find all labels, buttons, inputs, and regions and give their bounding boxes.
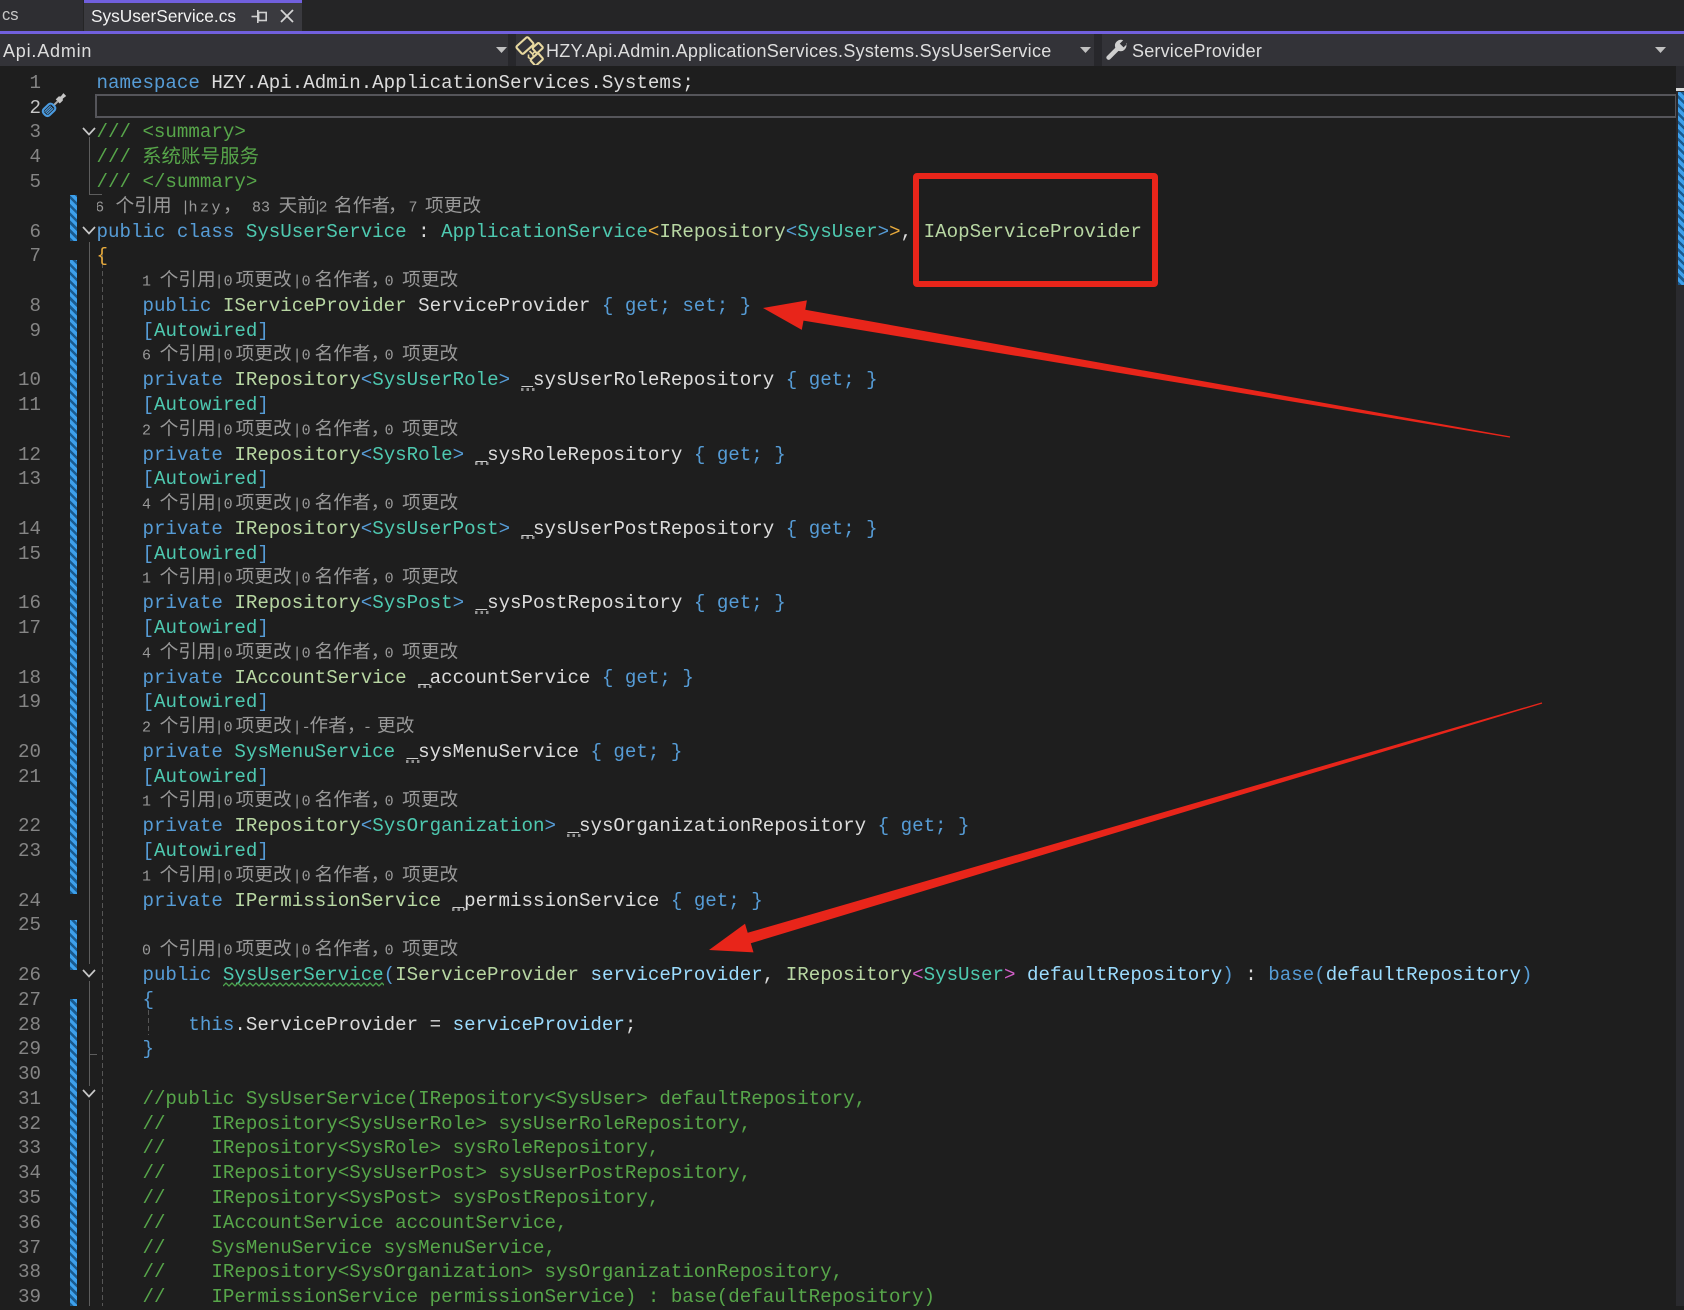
svg-text:|0: |0 (293, 274, 311, 291)
svg-text:4: 4 (142, 497, 151, 514)
svg-text:|0: |0 (215, 348, 233, 365)
svg-text:|0: |0 (215, 422, 233, 439)
svg-text:|-: |- (293, 720, 311, 737)
svg-text:0: 0 (385, 645, 394, 662)
svg-text:0: 0 (385, 422, 394, 439)
svg-text:1: 1 (142, 274, 151, 291)
svg-text:0: 0 (385, 868, 394, 885)
svg-text:0: 0 (385, 497, 394, 514)
svg-text:|0: |0 (215, 571, 233, 588)
svg-text:1: 1 (142, 794, 151, 811)
svg-text:|0: |0 (293, 868, 311, 885)
svg-text:|0: |0 (215, 720, 233, 737)
svg-text:0: 0 (385, 348, 394, 365)
svg-text:|0: |0 (293, 348, 311, 365)
svg-text:1: 1 (142, 571, 151, 588)
svg-text:6: 6 (142, 348, 151, 365)
svg-text:0: 0 (142, 943, 151, 960)
svg-text:2: 2 (142, 720, 151, 737)
svg-text:0: 0 (385, 794, 394, 811)
svg-text:2: 2 (142, 422, 151, 439)
svg-text:|0: |0 (293, 497, 311, 514)
svg-text:83: 83 (252, 199, 270, 216)
svg-text:|0: |0 (293, 422, 311, 439)
svg-text:|0: |0 (215, 794, 233, 811)
svg-text:0: 0 (385, 943, 394, 960)
svg-text:|0: |0 (215, 497, 233, 514)
svg-text:|0: |0 (215, 274, 233, 291)
svg-text:1: 1 (142, 868, 151, 885)
svg-text:7: 7 (408, 199, 417, 216)
svg-text:0: 0 (385, 274, 394, 291)
svg-text:hzy: hzy (188, 199, 223, 216)
svg-text:|0: |0 (215, 645, 233, 662)
svg-text:-: - (363, 720, 372, 737)
svg-text:|0: |0 (215, 868, 233, 885)
svg-text:|0: |0 (215, 943, 233, 960)
svg-text:|0: |0 (293, 943, 311, 960)
svg-text:2: 2 (318, 199, 327, 216)
svg-text:0: 0 (385, 571, 394, 588)
svg-text:|0: |0 (293, 645, 311, 662)
svg-text:|0: |0 (293, 571, 311, 588)
svg-text:|0: |0 (293, 794, 311, 811)
svg-text:4: 4 (142, 645, 151, 662)
svg-text:6: 6 (97, 199, 104, 216)
